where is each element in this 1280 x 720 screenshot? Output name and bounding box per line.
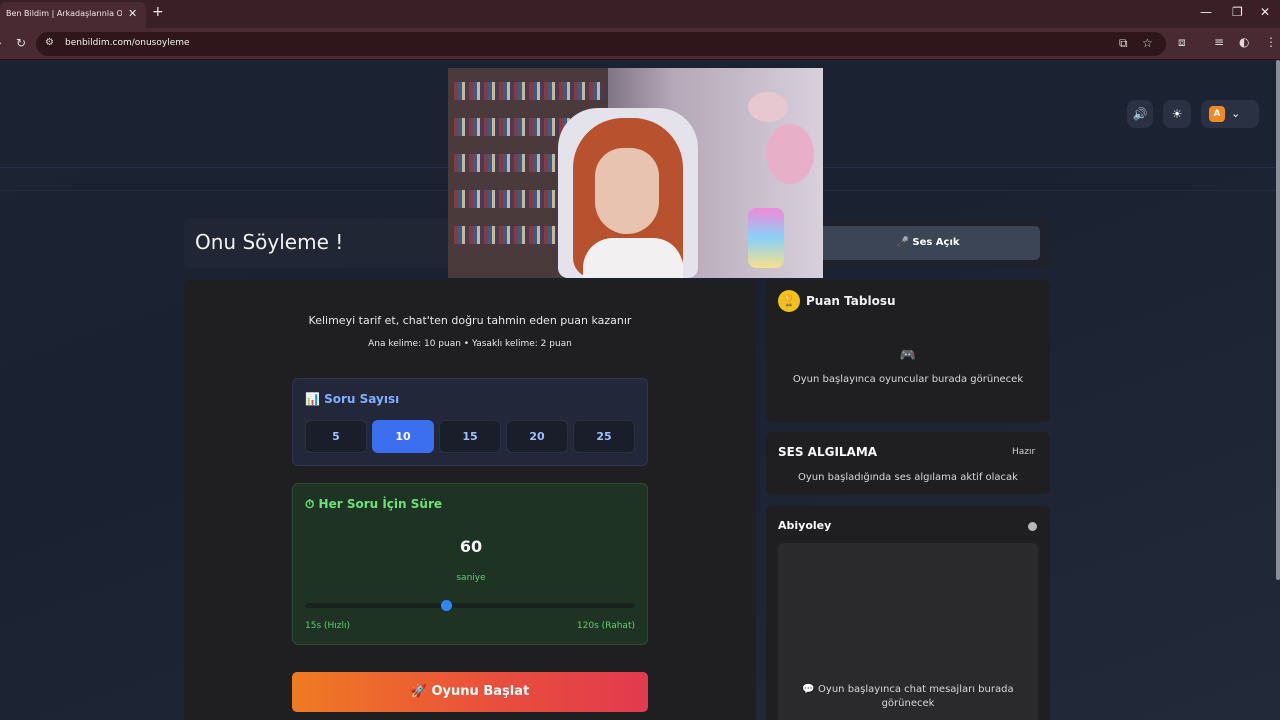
address-bar: › ↻ ⚙ benbildim.com/onusoyleme ⧉ ☆ ⧈ ≡ ◐… xyxy=(0,28,1280,60)
scoreboard-card: 🏆 Puan Tablosu 🎮 Oyun başlayınca oyuncul… xyxy=(766,280,1050,422)
question-count-option-15[interactable]: 15 xyxy=(439,420,501,453)
trophy-icon: 🏆 xyxy=(778,290,800,312)
browser-tab-active[interactable]: Ben Bildim | Arkadaşlarınla Onl ✕ xyxy=(0,2,146,28)
chat-status-dot xyxy=(1028,522,1037,531)
question-count-option-20[interactable]: 20 xyxy=(506,420,568,453)
media-icon[interactable]: ≡ xyxy=(1214,35,1224,49)
question-count-section: 📊 Soru Sayısı 5 10 15 20 25 xyxy=(292,378,648,466)
volume-button[interactable]: 🔊 xyxy=(1127,100,1153,128)
page-scrollbar[interactable] xyxy=(1276,60,1280,580)
gamepad-icon: 🎮 xyxy=(899,348,917,363)
question-count-title: 📊 Soru Sayısı xyxy=(305,392,400,406)
start-game-button[interactable]: 🚀 Oyunu Başlat xyxy=(292,672,648,712)
avatar: A xyxy=(1209,106,1225,122)
extensions-icon[interactable]: ⧈ xyxy=(1178,35,1186,50)
question-count-option-10[interactable]: 10 xyxy=(372,420,434,453)
tab-title: Ben Bildim | Arkadaşlarınla Onl xyxy=(6,9,122,18)
points-info-text: Ana kelime: 10 puan • Yasaklı kelime: 2 … xyxy=(368,339,572,349)
scoreboard-title: Puan Tablosu xyxy=(806,294,896,308)
minimize-icon[interactable]: — xyxy=(1200,5,1212,19)
timer-section: ⏱ Her Soru İçin Süre 60 saniye 15s (Hızl… xyxy=(292,483,648,645)
chat-messages-area[interactable]: 💬 Oyun başlayınca chat mesajları burada … xyxy=(778,543,1038,720)
scoreboard-empty-text: Oyun başlayınca oyuncular burada görünec… xyxy=(792,374,1024,385)
site-info-icon[interactable]: ⚙ xyxy=(45,37,54,48)
sun-icon: ☀ xyxy=(1171,107,1183,121)
person-face xyxy=(595,148,659,234)
timer-unit: saniye xyxy=(456,573,486,583)
profile-icon[interactable]: ◐ xyxy=(1239,35,1249,49)
sound-toggle-button[interactable]: 🎤 Ses Açık xyxy=(816,226,1040,260)
webcam-overlay xyxy=(448,68,823,278)
timer-title: ⏱ Her Soru İçin Süre xyxy=(305,497,442,511)
instruction-text: Kelimeyi tarif et, chat'ten doğru tahmin… xyxy=(308,314,632,327)
plush-toy xyxy=(748,92,788,122)
voice-detection-title: SES ALGILAMA xyxy=(778,445,878,459)
rgb-lamp xyxy=(748,208,784,268)
chat-channel-title: Abiyoley xyxy=(778,519,832,532)
chat-empty-text: 💬 Oyun başlayınca chat mesajları burada … xyxy=(802,684,1014,709)
timer-max-label: 120s (Rahat) xyxy=(576,621,635,631)
question-count-option-25[interactable]: 25 xyxy=(573,420,635,453)
voice-detection-card: SES ALGILAMA Hazır Oyun başladığında ses… xyxy=(766,432,1050,494)
timer-min-label: 15s (Hızlı) xyxy=(305,621,351,631)
url-text[interactable]: benbildim.com/onusoyleme xyxy=(65,38,190,48)
maximize-icon[interactable]: ❐ xyxy=(1232,5,1243,19)
person-shirt xyxy=(583,238,683,278)
omnibox[interactable]: ⚙ benbildim.com/onusoyleme ⧉ ☆ xyxy=(36,32,1166,56)
bookmark-star-icon[interactable]: ☆ xyxy=(1142,36,1153,50)
voice-detection-status: Hazır xyxy=(1012,447,1036,457)
browser-tabbar: Ben Bildim | Arkadaşlarınla Onl ✕ + — ❐ … xyxy=(0,0,1280,28)
chat-card: Abiyoley 💬 Oyun başlayınca chat mesajlar… xyxy=(766,506,1050,720)
timer-slider-track[interactable] xyxy=(305,603,635,608)
plush-toy xyxy=(766,124,814,184)
page-content: 🔊 ☀ A ⌄ Onu Söyleme ! Kelimeyi tarif et,… xyxy=(0,60,1280,720)
timer-slider-thumb[interactable] xyxy=(440,600,452,611)
theme-toggle-button[interactable]: ☀ xyxy=(1163,100,1191,128)
question-count-option-5[interactable]: 5 xyxy=(305,420,367,453)
menu-kebab-icon[interactable]: ⋮ xyxy=(1265,35,1277,49)
voice-detection-text: Oyun başladığında ses algılama aktif ola… xyxy=(798,472,1018,483)
chevron-down-icon: ⌄ xyxy=(1231,107,1241,120)
user-menu-button[interactable]: A ⌄ xyxy=(1201,100,1259,128)
new-tab-icon[interactable]: + xyxy=(152,4,164,20)
install-app-icon[interactable]: ⧉ xyxy=(1119,36,1128,51)
timer-value: 60 xyxy=(459,537,483,556)
game-setup-card: Kelimeyi tarif et, chat'ten doğru tahmin… xyxy=(184,280,756,720)
back-icon[interactable]: › xyxy=(0,36,2,50)
page-title: Onu Söyleme ! xyxy=(195,230,344,254)
tab-close-icon[interactable]: ✕ xyxy=(128,7,137,20)
books-row xyxy=(454,82,604,100)
reload-icon[interactable]: ↻ xyxy=(16,36,26,50)
volume-icon: 🔊 xyxy=(1132,107,1148,121)
close-window-icon[interactable]: ✕ xyxy=(1260,5,1270,19)
